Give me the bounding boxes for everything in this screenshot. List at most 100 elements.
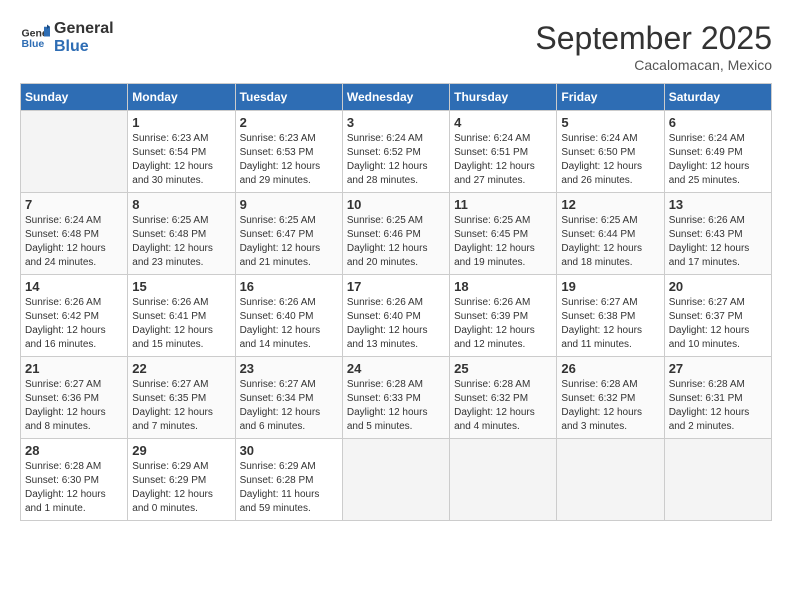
day-cell: 18 Sunrise: 6:26 AM Sunset: 6:39 PM Dayli… bbox=[450, 275, 557, 357]
day-cell: 4 Sunrise: 6:24 AM Sunset: 6:51 PM Daylig… bbox=[450, 111, 557, 193]
day-info: Sunrise: 6:29 AM Sunset: 6:29 PM Dayligh… bbox=[132, 460, 230, 516]
day-info: Sunrise: 6:25 AM Sunset: 6:46 PM Dayligh… bbox=[347, 214, 445, 270]
day-cell: 12 Sunrise: 6:25 AM Sunset: 6:44 PM Dayli… bbox=[557, 193, 664, 275]
week-row-1: 1 Sunrise: 6:23 AM Sunset: 6:54 PM Daylig… bbox=[21, 111, 772, 193]
calendar-table: SundayMondayTuesdayWednesdayThursdayFrid… bbox=[20, 83, 772, 521]
day-info: Sunrise: 6:25 AM Sunset: 6:45 PM Dayligh… bbox=[454, 214, 552, 270]
day-cell: 24Sunrise: 6:28 AM Sunset: 6:33 PM Dayli… bbox=[342, 357, 449, 439]
day-number: 16 bbox=[240, 279, 338, 294]
month-title: September 2025 bbox=[535, 20, 772, 57]
day-cell: 13 Sunrise: 6:26 AM Sunset: 6:43 PM Dayli… bbox=[664, 193, 771, 275]
day-cell bbox=[664, 439, 771, 521]
day-number: 18 bbox=[454, 279, 552, 294]
day-info: Sunrise: 6:26 AM Sunset: 6:40 PM Dayligh… bbox=[240, 296, 338, 352]
day-cell: 28 Sunrise: 6:28 AM Sunset: 6:30 PM Dayli… bbox=[21, 439, 128, 521]
day-number: 4 bbox=[454, 115, 552, 130]
day-number: 23 bbox=[240, 361, 338, 376]
week-row-2: 7 Sunrise: 6:24 AM Sunset: 6:48 PM Daylig… bbox=[21, 193, 772, 275]
day-cell: 14Sunrise: 6:26 AM Sunset: 6:42 PM Dayli… bbox=[21, 275, 128, 357]
day-number: 1 bbox=[132, 115, 230, 130]
day-cell: 3 Sunrise: 6:24 AM Sunset: 6:52 PM Daylig… bbox=[342, 111, 449, 193]
day-cell bbox=[21, 111, 128, 193]
day-cell: 5Sunrise: 6:24 AM Sunset: 6:50 PM Daylig… bbox=[557, 111, 664, 193]
day-cell bbox=[557, 439, 664, 521]
day-cell: 8Sunrise: 6:25 AM Sunset: 6:48 PM Daylig… bbox=[128, 193, 235, 275]
day-cell: 20 Sunrise: 6:27 AM Sunset: 6:37 PM Dayli… bbox=[664, 275, 771, 357]
day-info: Sunrise: 6:24 AM Sunset: 6:50 PM Dayligh… bbox=[561, 132, 659, 188]
day-cell: 17 Sunrise: 6:26 AM Sunset: 6:40 PM Dayli… bbox=[342, 275, 449, 357]
page-header: General Blue General Blue September 2025… bbox=[20, 20, 772, 73]
day-number: 17 bbox=[347, 279, 445, 294]
col-header-saturday: Saturday bbox=[664, 84, 771, 111]
day-cell: 2Sunrise: 6:23 AM Sunset: 6:53 PM Daylig… bbox=[235, 111, 342, 193]
day-info: Sunrise: 6:25 AM Sunset: 6:47 PM Dayligh… bbox=[240, 214, 338, 270]
day-number: 2 bbox=[240, 115, 338, 130]
day-info: Sunrise: 6:27 AM Sunset: 6:38 PM Dayligh… bbox=[561, 296, 659, 352]
day-number: 25 bbox=[454, 361, 552, 376]
col-header-monday: Monday bbox=[128, 84, 235, 111]
day-number: 27 bbox=[669, 361, 767, 376]
day-cell: 16 Sunrise: 6:26 AM Sunset: 6:40 PM Dayli… bbox=[235, 275, 342, 357]
day-number: 7 bbox=[25, 197, 123, 212]
location: Cacalomacan, Mexico bbox=[535, 57, 772, 73]
day-cell: 29 Sunrise: 6:29 AM Sunset: 6:29 PM Dayli… bbox=[128, 439, 235, 521]
logo: General Blue General Blue bbox=[20, 20, 114, 56]
day-number: 12 bbox=[561, 197, 659, 212]
logo-line2: Blue bbox=[54, 38, 114, 56]
day-number: 22 bbox=[132, 361, 230, 376]
day-info: Sunrise: 6:26 AM Sunset: 6:40 PM Dayligh… bbox=[347, 296, 445, 352]
day-cell: 25 Sunrise: 6:28 AM Sunset: 6:32 PM Dayli… bbox=[450, 357, 557, 439]
col-header-wednesday: Wednesday bbox=[342, 84, 449, 111]
day-info: Sunrise: 6:26 AM Sunset: 6:41 PM Dayligh… bbox=[132, 296, 230, 352]
col-header-thursday: Thursday bbox=[450, 84, 557, 111]
svg-text:Blue: Blue bbox=[22, 38, 45, 50]
day-info: Sunrise: 6:24 AM Sunset: 6:49 PM Dayligh… bbox=[669, 132, 767, 188]
col-header-friday: Friday bbox=[557, 84, 664, 111]
day-info: Sunrise: 6:24 AM Sunset: 6:51 PM Dayligh… bbox=[454, 132, 552, 188]
day-info: Sunrise: 6:26 AM Sunset: 6:39 PM Dayligh… bbox=[454, 296, 552, 352]
day-cell bbox=[342, 439, 449, 521]
day-number: 20 bbox=[669, 279, 767, 294]
day-cell: 9 Sunrise: 6:25 AM Sunset: 6:47 PM Daylig… bbox=[235, 193, 342, 275]
logo-icon: General Blue bbox=[20, 23, 50, 53]
day-info: Sunrise: 6:29 AM Sunset: 6:28 PM Dayligh… bbox=[240, 460, 338, 516]
day-number: 6 bbox=[669, 115, 767, 130]
day-cell: 7 Sunrise: 6:24 AM Sunset: 6:48 PM Daylig… bbox=[21, 193, 128, 275]
day-number: 21 bbox=[25, 361, 123, 376]
day-number: 15 bbox=[132, 279, 230, 294]
day-info: Sunrise: 6:27 AM Sunset: 6:37 PM Dayligh… bbox=[669, 296, 767, 352]
day-cell: 1 Sunrise: 6:23 AM Sunset: 6:54 PM Daylig… bbox=[128, 111, 235, 193]
day-cell: 23Sunrise: 6:27 AM Sunset: 6:34 PM Dayli… bbox=[235, 357, 342, 439]
day-number: 9 bbox=[240, 197, 338, 212]
day-info: Sunrise: 6:23 AM Sunset: 6:54 PM Dayligh… bbox=[132, 132, 230, 188]
day-info: Sunrise: 6:28 AM Sunset: 6:30 PM Dayligh… bbox=[25, 460, 123, 516]
col-header-sunday: Sunday bbox=[21, 84, 128, 111]
day-info: Sunrise: 6:27 AM Sunset: 6:35 PM Dayligh… bbox=[132, 378, 230, 434]
week-row-5: 28 Sunrise: 6:28 AM Sunset: 6:30 PM Dayli… bbox=[21, 439, 772, 521]
day-number: 10 bbox=[347, 197, 445, 212]
day-number: 28 bbox=[25, 443, 123, 458]
logo-line1: General bbox=[54, 20, 114, 38]
day-number: 29 bbox=[132, 443, 230, 458]
day-cell: 27Sunrise: 6:28 AM Sunset: 6:31 PM Dayli… bbox=[664, 357, 771, 439]
day-info: Sunrise: 6:26 AM Sunset: 6:43 PM Dayligh… bbox=[669, 214, 767, 270]
day-info: Sunrise: 6:28 AM Sunset: 6:32 PM Dayligh… bbox=[561, 378, 659, 434]
day-cell: 26Sunrise: 6:28 AM Sunset: 6:32 PM Dayli… bbox=[557, 357, 664, 439]
day-info: Sunrise: 6:25 AM Sunset: 6:44 PM Dayligh… bbox=[561, 214, 659, 270]
day-number: 30 bbox=[240, 443, 338, 458]
day-number: 8 bbox=[132, 197, 230, 212]
day-cell: 6 Sunrise: 6:24 AM Sunset: 6:49 PM Daylig… bbox=[664, 111, 771, 193]
day-cell: 21 Sunrise: 6:27 AM Sunset: 6:36 PM Dayli… bbox=[21, 357, 128, 439]
day-info: Sunrise: 6:26 AM Sunset: 6:42 PM Dayligh… bbox=[25, 296, 123, 352]
day-cell: 10 Sunrise: 6:25 AM Sunset: 6:46 PM Dayli… bbox=[342, 193, 449, 275]
day-cell: 19 Sunrise: 6:27 AM Sunset: 6:38 PM Dayli… bbox=[557, 275, 664, 357]
day-info: Sunrise: 6:27 AM Sunset: 6:36 PM Dayligh… bbox=[25, 378, 123, 434]
day-number: 3 bbox=[347, 115, 445, 130]
week-row-3: 14Sunrise: 6:26 AM Sunset: 6:42 PM Dayli… bbox=[21, 275, 772, 357]
day-number: 13 bbox=[669, 197, 767, 212]
day-info: Sunrise: 6:28 AM Sunset: 6:32 PM Dayligh… bbox=[454, 378, 552, 434]
day-info: Sunrise: 6:24 AM Sunset: 6:48 PM Dayligh… bbox=[25, 214, 123, 270]
header-row: SundayMondayTuesdayWednesdayThursdayFrid… bbox=[21, 84, 772, 111]
day-number: 19 bbox=[561, 279, 659, 294]
day-info: Sunrise: 6:24 AM Sunset: 6:52 PM Dayligh… bbox=[347, 132, 445, 188]
